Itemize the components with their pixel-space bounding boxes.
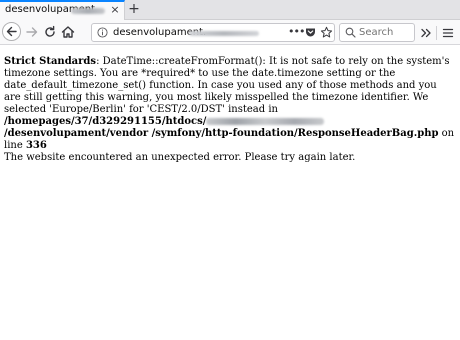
- forward-button[interactable]: [23, 23, 41, 41]
- back-button[interactable]: [2, 22, 21, 41]
- toolbar-separator: [436, 26, 437, 40]
- home-button[interactable]: [59, 23, 77, 41]
- php-warning: Strict Standards: DateTime::createFromFo…: [4, 56, 456, 152]
- new-tab-button[interactable]: +: [127, 1, 141, 17]
- url-redaction: [189, 31, 259, 36]
- tab-close-icon[interactable]: ×: [109, 3, 121, 17]
- search-input[interactable]: [359, 25, 413, 40]
- error-page-content: Strict Standards: DateTime::createFromFo…: [4, 56, 456, 164]
- chevron-double-right-icon: [421, 28, 431, 38]
- url-bar[interactable]: desenvolupament. •••: [91, 23, 335, 42]
- info-icon[interactable]: [97, 27, 108, 38]
- reload-button[interactable]: [41, 23, 59, 41]
- search-bar[interactable]: [339, 23, 415, 42]
- hamburger-menu-icon: [442, 28, 454, 38]
- back-arrow-icon: [6, 26, 17, 37]
- pocket-icon[interactable]: [304, 26, 317, 39]
- error-level: Strict Standards: [4, 56, 97, 67]
- toolbar-overflow-button[interactable]: [419, 25, 433, 39]
- home-icon: [61, 26, 75, 38]
- error-line-number: 336: [25, 140, 47, 151]
- open-menu-button[interactable]: [441, 25, 455, 39]
- error-path-start: /homepages/37/d329291155/htdocs/: [4, 116, 207, 127]
- bookmark-star-icon[interactable]: [320, 26, 333, 39]
- error-footer-message: The website encountered an unexpected er…: [4, 152, 356, 163]
- path-redaction: [206, 118, 325, 125]
- tab-active[interactable]: desenvolupament. ×: [0, 0, 125, 21]
- error-path-end: /desenvolupament/vendor /symfony/http-fo…: [4, 128, 439, 139]
- navigation-toolbar: desenvolupament. •••: [0, 20, 460, 45]
- tab-title-redaction: [71, 8, 105, 14]
- page-actions-menu[interactable]: •••: [288, 25, 305, 39]
- tab-strip: desenvolupament. × +: [0, 0, 460, 21]
- search-icon: [345, 27, 356, 38]
- forward-arrow-icon: [26, 27, 38, 37]
- reload-icon: [45, 25, 55, 37]
